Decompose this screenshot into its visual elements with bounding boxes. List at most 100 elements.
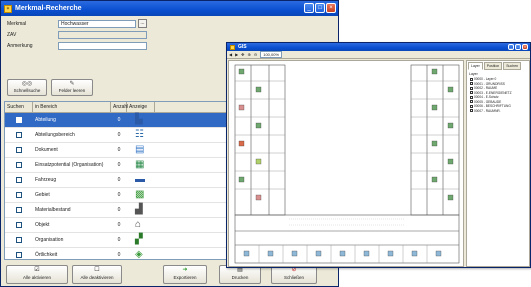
bereich-cell: Abteilungsbereich [35,132,75,138]
suchen-cell [5,237,33,243]
search-checkbox[interactable] [16,207,22,213]
browse-button[interactable]: ... [138,19,147,28]
anmerkung-field[interactable] [58,42,147,50]
search-checkbox[interactable] [16,237,22,243]
gis-toolbar: ◀ ▶ ✥ ⊕ ⊖ 100,00% [227,51,530,59]
anzeige-cell[interactable]: ▙ [127,114,155,126]
tab-layer[interactable]: Layer [468,62,483,70]
organization-icon[interactable]: ▦ [135,159,147,171]
vehicle-icon[interactable]: ▬ [135,174,147,186]
gis-maximize-button[interactable]: □ [515,44,521,50]
window-title: Merkmal-Recherche [15,5,82,12]
drucken-label: Drucken [231,275,249,280]
bereich-cell: Organisation [35,237,64,243]
col-anzahl[interactable]: Anzahl [111,102,128,112]
minimize-button[interactable]: _ [304,3,314,13]
search-checkbox[interactable] [16,222,22,228]
anzahl-cell: 0 [117,252,121,258]
layer-panel: Layer Position Suchen Layer 00000 - Laye… [466,60,530,267]
anzahl-cell: 0 [117,207,121,213]
title-bar[interactable]: ✶ Merkmal-Recherche _ □ × [1,1,338,16]
gis-map-window: GIS _ □ × ◀ ▶ ✥ ⊕ ⊖ 100,00% Layer Positi… [226,42,531,268]
search-checkbox[interactable] [16,177,22,183]
anzahl-cell: 0 [117,177,121,183]
location-icon[interactable]: ◈ [135,249,147,259]
building-icon[interactable]: ▙ [135,114,147,126]
back-icon[interactable]: ◀ [229,52,232,57]
suchen-cell [5,192,33,198]
alle-aktivieren-button[interactable]: ☑ Alle aktivieren [6,265,68,284]
anzahl-cell: 0 [117,222,121,228]
maximize-button[interactable]: □ [315,3,325,13]
layer-checkbox[interactable] [470,77,473,81]
layer-label: 00006 - BESCHRIFTUNG [474,104,511,108]
layer-checkbox[interactable] [470,86,473,90]
forward-icon[interactable]: ▶ [235,52,238,57]
anzeige-cell[interactable]: ▩ [127,189,155,201]
anzeige-cell[interactable]: ▤ [127,144,155,156]
org-chart-icon[interactable]: ▞ [135,234,147,246]
layer-checkbox[interactable] [470,91,473,95]
layer-checkbox[interactable] [470,104,473,108]
anzeige-cell[interactable]: ☷ [127,129,155,141]
layer-checkbox[interactable] [470,109,473,113]
zoom-out-icon[interactable]: ⊖ [254,52,257,57]
checkbox-empty-icon: ☐ [94,267,100,273]
layer-checkbox[interactable] [470,95,473,99]
layer-checkbox[interactable] [470,100,473,104]
object-icon[interactable]: ⌂ [135,219,147,231]
binoculars-icon: ◎◎ [21,81,33,87]
anzeige-cell[interactable]: ▬ [127,174,155,186]
col-bereich[interactable]: in Bereich [33,102,111,112]
anzeige-cell[interactable]: ◈ [127,249,155,259]
floor-plan-map[interactable] [228,60,464,267]
felder-leeren-label: Felder leeren [58,88,86,93]
felder-leeren-button[interactable]: ✎ Felder leeren [51,79,93,96]
search-checkbox[interactable] [16,147,22,153]
material-icon[interactable]: ▟ [135,204,147,216]
document-icon[interactable]: ▤ [135,144,147,156]
floor-plan-drawing [234,64,460,264]
zoom-field[interactable]: 100,00% [260,51,283,58]
alle-deaktivieren-button[interactable]: ☐ Alle deaktivieren [72,265,122,284]
col-anzeige[interactable]: Anzeige [127,102,155,112]
gis-app-icon [230,44,235,50]
schnellsuche-button[interactable]: ◎◎ Schnellsuche [7,79,47,96]
anzeige-cell[interactable]: ⌂ [127,219,155,231]
gis-close-button[interactable]: × [522,44,528,50]
anzeige-cell[interactable]: ▟ [127,204,155,216]
anzahl-cell: 0 [117,117,121,123]
layer-checkbox[interactable] [470,82,473,86]
tab-position[interactable]: Position [483,62,503,70]
gis-title-bar[interactable]: GIS _ □ × [227,43,530,51]
bereich-cell: Materialbestand [35,207,71,213]
export-arrow-icon: ➜ [182,267,188,273]
merkmal-field[interactable]: Hochwasser [58,20,136,28]
zoom-in-icon[interactable]: ⊕ [248,52,251,57]
close-button[interactable]: × [326,3,336,13]
search-checkbox[interactable] [16,162,22,168]
gis-minimize-button[interactable]: _ [508,44,514,50]
bereich-cell: Objekt [35,222,50,228]
search-checkbox[interactable] [16,117,22,123]
search-checkbox[interactable] [16,252,22,258]
anzeige-cell[interactable]: ▞ [127,234,155,246]
search-checkbox[interactable] [16,132,22,138]
anzeige-cell[interactable]: ▦ [127,159,155,171]
suchen-cell [5,252,33,258]
anmerkung-label: Anmerkung [7,43,33,49]
exportieren-button[interactable]: ➜ Exportieren [163,265,207,284]
col-suchen[interactable]: Suchen [5,102,33,112]
people-icon[interactable]: ☷ [135,129,147,141]
zav-field[interactable] [58,31,147,39]
tab-suchen[interactable]: Suchen [503,62,522,70]
alle-aktivieren-label: Alle aktivieren [22,275,51,280]
suchen-cell [5,177,33,183]
pan-icon[interactable]: ✥ [241,52,244,57]
layer-item[interactable]: 00007 - RAUMNR. [467,109,529,114]
schnellsuche-label: Schnellsuche [13,88,41,93]
alle-deaktivieren-label: Alle deaktivieren [80,275,114,280]
map-area-icon[interactable]: ▩ [135,189,147,201]
suchen-cell [5,162,33,168]
search-checkbox[interactable] [16,192,22,198]
